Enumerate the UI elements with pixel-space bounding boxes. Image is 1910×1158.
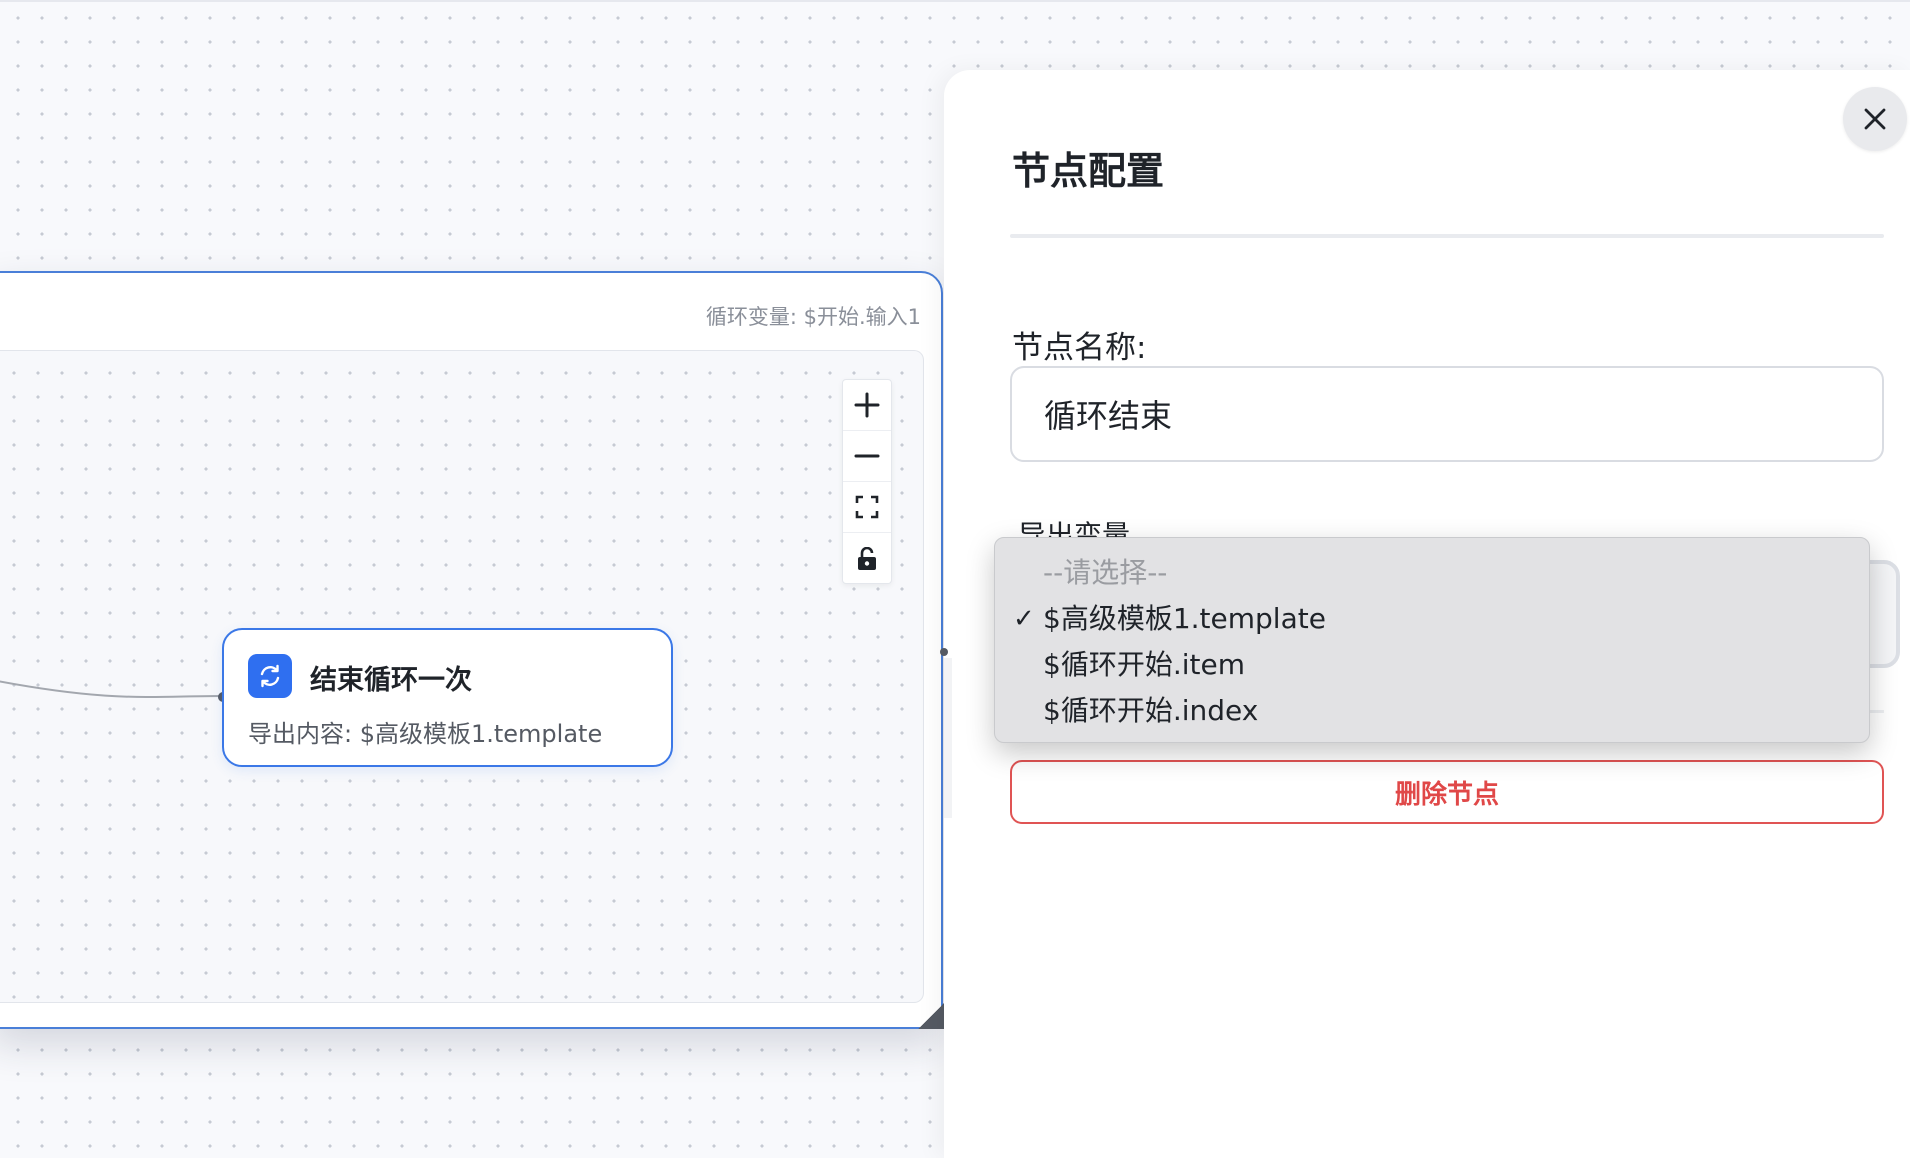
zoom-out-button[interactable] xyxy=(843,431,891,482)
fit-view-button[interactable] xyxy=(843,482,891,533)
resize-handle[interactable] xyxy=(918,1003,944,1029)
plus-icon xyxy=(854,392,880,418)
dropdown-option[interactable]: $循环开始.index xyxy=(995,688,1869,734)
panel-title: 节点配置 xyxy=(1012,149,1165,193)
close-icon xyxy=(1864,108,1886,130)
dropdown-option-placeholder[interactable]: --请选择-- xyxy=(995,550,1869,596)
node-name-label: 节点名称: xyxy=(1012,330,1147,366)
panel-divider xyxy=(1010,234,1884,238)
node-title: 结束循环一次 xyxy=(310,665,472,696)
unlock-icon xyxy=(858,546,876,570)
close-panel-button[interactable] xyxy=(1843,87,1907,151)
node-description: 导出内容: $高级模板1.template xyxy=(248,720,603,748)
loop-variable-label: 循环变量: $开始.输入1 xyxy=(705,305,921,329)
export-variable-label: 导出变量 xyxy=(1018,519,1131,538)
zoom-in-button[interactable] xyxy=(843,380,891,431)
lock-toggle-button[interactable] xyxy=(843,533,891,584)
export-variable-dropdown: --请选择-- ✓ $高级模板1.template $循环开始.item $循环… xyxy=(994,537,1870,743)
flow-node-end-loop[interactable]: 结束循环一次 导出内容: $高级模板1.template xyxy=(222,628,673,767)
fit-screen-icon xyxy=(855,495,879,519)
dropdown-option-selected[interactable]: ✓ $高级模板1.template xyxy=(995,596,1869,642)
option-label: $循环开始.index xyxy=(1043,694,1259,727)
option-label: $高级模板1.template xyxy=(1043,602,1326,635)
minus-icon xyxy=(854,454,880,458)
panel-edge-port xyxy=(940,648,948,656)
loop-refresh-icon xyxy=(248,654,292,698)
option-label: $循环开始.item xyxy=(1043,648,1245,681)
dropdown-option[interactable]: $循环开始.item xyxy=(995,642,1869,688)
panel-edge-tab xyxy=(944,658,952,818)
delete-node-button[interactable]: 删除节点 xyxy=(1010,760,1884,824)
option-label: --请选择-- xyxy=(1043,556,1168,589)
zoom-controls xyxy=(842,379,892,584)
checkmark-icon: ✓ xyxy=(1013,604,1035,634)
top-border xyxy=(0,0,1910,2)
node-name-input[interactable] xyxy=(1010,366,1884,462)
